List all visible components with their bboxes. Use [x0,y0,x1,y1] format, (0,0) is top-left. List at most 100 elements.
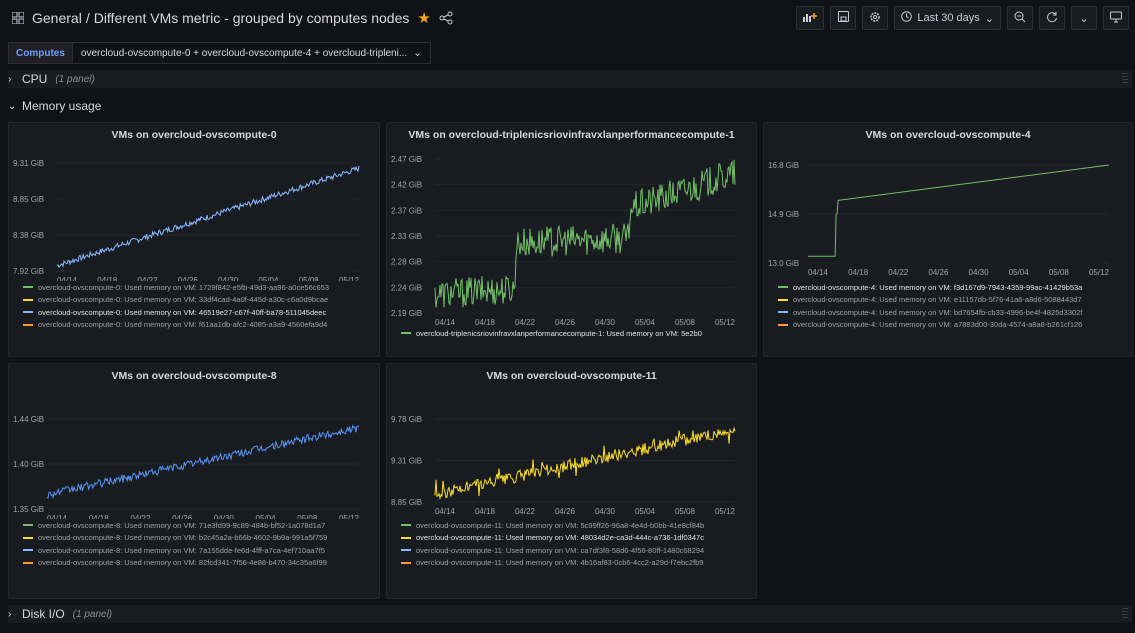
legend-color-swatch [23,286,33,289]
time-range-label: Last 30 days [917,12,980,24]
chart-svg[interactable]: 9.78 GiB 9.31 GiB 8.85 GiB 04/14 04/18 04/22 0… [387,364,756,519]
legend-item[interactable]: overcloud-ovscompute-4: Used memory on V… [778,306,1126,319]
panel-title[interactable]: VMs on overcloud-ovscompute-11 [387,370,756,382]
x-tick-label: 05/12 [715,318,736,327]
y-tick-label: 9.31 GiB [13,159,44,168]
legend-item[interactable]: overcloud-ovscompute-0: Used memory on V… [23,294,373,307]
x-tick-label: 04/30 [969,268,990,277]
panel-title[interactable]: VMs on overcloud-ovscompute-0 [9,129,379,141]
star-icon[interactable]: ★ [417,9,430,27]
refresh-interval-dropdown[interactable]: ⌄ [1071,6,1097,30]
legend-label: overcloud-ovscompute-4: Used memory on V… [793,282,1083,292]
y-tick-label: 2.47 GiB [391,155,422,164]
series-line[interactable] [56,165,360,269]
x-tick-label: 04/26 [555,507,576,516]
computes-variable-select[interactable]: overcloud-ovscompute-0 + overcloud-ovsco… [72,42,431,64]
panel-ovscompute-11[interactable]: 9.78 GiB 9.31 GiB 8.85 GiB 04/14 04/18 04/22 0… [386,363,757,599]
legend-color-swatch [401,561,411,564]
chevron-down-icon: ⌄ [1079,12,1089,25]
legend-label: overcloud-ovscompute-4: Used memory on V… [793,295,1082,305]
time-range-picker[interactable]: Last 30 days ⌄ [894,6,1001,30]
save-dashboard-button[interactable] [830,6,857,30]
row-disk-io[interactable]: › Disk I/O (1 panel) [8,605,1132,623]
x-tick-label: 05/04 [635,318,656,327]
legend-item[interactable]: overcloud-ovscompute-8: Used memory on V… [23,519,373,532]
legend-color-swatch [23,524,33,527]
panel-title[interactable]: VMs on overcloud-ovscompute-4 [764,129,1132,141]
y-tick-label: 9.78 GiB [391,415,422,424]
row-title: CPU [22,72,48,86]
chevron-right-icon: › [8,608,12,620]
legend-color-swatch [23,536,33,539]
x-tick-label: 05/08 [675,507,696,516]
chart-svg[interactable]: 16.8 GiB 14.9 GiB 13.0 GiB 04/14 04/18 04/22 0… [764,123,1132,281]
legend-item[interactable]: overcloud-ovscompute-0: Used memory on V… [23,281,373,294]
refresh-button[interactable] [1039,6,1065,30]
y-tick-label: 7.92 GiB [13,267,44,276]
legend-item[interactable]: overcloud-ovscompute-0: Used memory on V… [23,306,373,319]
panel-ovscompute-4[interactable]: 16.8 GiB 14.9 GiB 13.0 GiB 04/14 04/18 04/22 0… [763,122,1133,357]
series-line[interactable] [808,164,1110,257]
chart-svg[interactable]: 9.31 GiB8.85 GiB8.38 GiB7.92 GiB04/14 04/… [9,123,379,281]
chart-svg[interactable]: 2.47 GiB 2.42 GiB 2.37 GiB 2.33 GiB 2.28 GiB… [387,123,756,327]
y-tick-label: 9.31 GiB [391,457,422,466]
y-tick-label: 2.42 GiB [391,181,422,190]
legend-item[interactable]: overcloud-triplenicsriovinfravxlanperfor… [401,327,750,340]
x-tick-label: 05/04 [1009,268,1030,277]
legend-color-swatch [401,524,411,527]
legend-item[interactable]: overcloud-ovscompute-0: Used memory on V… [23,319,373,332]
drag-handle-icon[interactable] [1122,73,1128,85]
row-panel-count: (1 panel) [72,608,113,620]
legend-label: overcloud-ovscompute-8: Used memory on V… [38,558,327,568]
legend-color-swatch [23,323,33,326]
panel-ovscompute-8[interactable]: 1.44 GiB 1.40 GiB 1.35 GiB 04/14 04/18 04/22 0… [8,363,380,599]
legend-item[interactable]: overcloud-ovscompute-4: Used memory on V… [778,294,1126,307]
legend-label: overcloud-ovscompute-0: Used memory on V… [38,307,327,317]
top-navbar: General / Different VMs metric - grouped… [0,0,1135,36]
x-tick-label: 04/14 [808,268,829,277]
legend-label: overcloud-ovscompute-11: Used memory on … [416,558,704,568]
series-line[interactable] [434,426,736,500]
legend-color-swatch [401,536,411,539]
legend-item[interactable]: overcloud-ovscompute-4: Used memory on V… [778,281,1126,294]
zoom-out-icon [1014,11,1026,26]
legend-color-swatch [23,311,33,314]
add-panel-button[interactable] [796,6,825,30]
legend-color-swatch [401,549,411,552]
chart-legend: overcloud-ovscompute-11: Used memory on … [401,519,750,594]
legend-item[interactable]: overcloud-ovscompute-11: Used memory on … [401,519,750,532]
panel-ovscompute-0[interactable]: 9.31 GiB 8.85 GiB 8.38 GiB 7.92 GiB 04/14 04/… [8,122,380,357]
legend-item[interactable]: overcloud-ovscompute-4: Used memory on V… [778,319,1126,332]
series-line[interactable] [46,424,360,500]
chevron-right-icon: › [8,73,12,85]
x-tick-label: 04/22 [888,268,909,277]
legend-item[interactable]: overcloud-ovscompute-11: Used memory on … [401,557,750,570]
legend-item[interactable]: overcloud-ovscompute-8: Used memory on V… [23,532,373,545]
breadcrumb-folder[interactable]: General [32,10,82,26]
legend-item[interactable]: overcloud-ovscompute-11: Used memory on … [401,544,750,557]
chart-svg[interactable]: 1.44 GiB1.40 GiB1.35 GiB04/14 04/18 04/22 0… [9,364,379,519]
panel-triplenicsriov-compute-1[interactable]: 2.47 GiB 2.42 GiB 2.37 GiB 2.33 GiB 2.28 GiB… [386,122,757,357]
chart-legend: overcloud-ovscompute-4: Used memory on V… [778,281,1126,352]
row-memory-usage[interactable]: ⌄ Memory usage [8,97,1132,115]
x-tick-label: 05/08 [1049,268,1070,277]
tv-mode-button[interactable] [1103,6,1129,30]
dashboards-grid-icon[interactable] [10,10,26,26]
legend-item[interactable]: overcloud-ovscompute-8: Used memory on V… [23,544,373,557]
legend-item[interactable]: overcloud-ovscompute-11: Used memory on … [401,532,750,545]
dashboard-settings-button[interactable] [862,6,889,30]
panel-title[interactable]: VMs on overcloud-triplenicsriovinfravxla… [387,129,756,141]
dashboard-title[interactable]: Different VMs metric - grouped by comput… [94,10,410,26]
drag-handle-icon[interactable] [1122,608,1128,620]
share-icon[interactable] [439,11,453,25]
x-tick-label: 04/30 [595,507,616,516]
add-panel-icon [803,12,818,25]
panel-title[interactable]: VMs on overcloud-ovscompute-8 [9,370,379,382]
chart-legend: overcloud-ovscompute-8: Used memory on V… [23,519,373,594]
y-tick-label: 1.40 GiB [13,460,44,469]
series-line[interactable] [434,159,736,308]
zoom-out-button[interactable] [1007,6,1033,30]
legend-item[interactable]: overcloud-ovscompute-8: Used memory on V… [23,557,373,570]
breadcrumb-separator: / [85,10,90,26]
row-cpu[interactable]: › CPU (1 panel) [8,70,1132,88]
